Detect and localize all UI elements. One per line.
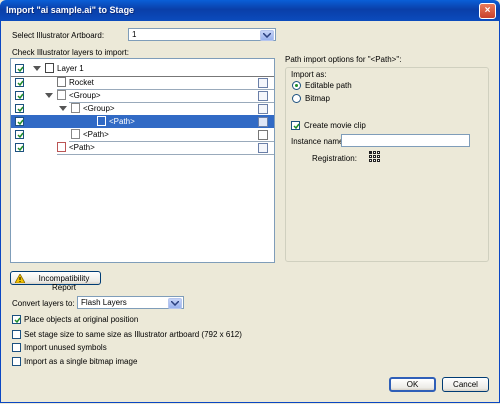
layer-checkbox[interactable] (15, 64, 24, 73)
layer-row[interactable]: <Path> (11, 128, 274, 141)
artboard-value: 1 (132, 30, 137, 39)
symbol-icon[interactable] (258, 104, 268, 114)
incompatibility-report-button[interactable]: Incompatibility Report (10, 271, 101, 292)
path-icon (97, 116, 106, 126)
import-unused-symbols-checkbox[interactable] (12, 343, 21, 352)
registration-label: Registration: (312, 154, 357, 163)
import-as-label: Import as: (291, 70, 327, 79)
instance-name-input[interactable] (341, 134, 470, 147)
layer-checkbox[interactable] (15, 78, 24, 87)
close-button[interactable]: × (479, 3, 496, 19)
import-unused-symbols-label[interactable]: Import unused symbols (24, 343, 107, 352)
instance-name-label: Instance name: (291, 137, 346, 146)
group-icon (71, 103, 80, 113)
convert-layers-value: Flash Layers (81, 298, 127, 307)
bitmap-radio[interactable] (292, 94, 301, 103)
layers-tree[interactable]: Layer 1 Rocket <Group> <Group> <Path> <P… (10, 58, 275, 263)
expand-triangle-icon[interactable] (45, 93, 53, 98)
editable-path-radio[interactable] (292, 81, 301, 90)
ok-label: OK (406, 380, 419, 389)
radio-selected-dot (295, 84, 298, 87)
cancel-label: Cancel (453, 380, 478, 389)
layer-row[interactable]: Layer 1 (11, 62, 274, 75)
symbol-icon[interactable] (258, 78, 268, 88)
cancel-button[interactable]: Cancel (442, 377, 489, 392)
expand-triangle-icon[interactable] (59, 106, 67, 111)
warning-icon (15, 274, 25, 283)
place-original-position-label[interactable]: Place objects at original position (24, 315, 138, 324)
group-icon (57, 90, 66, 100)
create-movie-clip-checkbox[interactable] (291, 121, 300, 130)
path-options-title: Path import options for "<Path>": (285, 55, 402, 64)
object-icon (57, 77, 66, 87)
bitmap-label[interactable]: Bitmap (305, 94, 330, 103)
create-movie-clip-label[interactable]: Create movie clip (304, 121, 366, 130)
layers-label: Check Illustrator layers to import: (12, 48, 129, 57)
symbol-icon[interactable] (258, 143, 268, 153)
layer-checkbox[interactable] (15, 104, 24, 113)
chevron-down-icon (260, 30, 274, 41)
layer-name: Layer 1 (57, 64, 84, 73)
ok-button[interactable]: OK (389, 377, 436, 392)
editable-path-label[interactable]: Editable path (305, 81, 352, 90)
import-single-bitmap-label[interactable]: Import as a single bitmap image (24, 357, 137, 366)
place-original-position-checkbox[interactable] (12, 315, 21, 324)
set-stage-size-checkbox[interactable] (12, 330, 21, 339)
set-stage-size-label[interactable]: Set stage size to same size as Illustrat… (24, 330, 242, 339)
layer-name: <Path> (109, 117, 135, 126)
chevron-down-icon (168, 298, 182, 309)
layer-icon (45, 63, 54, 73)
layer-checkbox[interactable] (15, 130, 24, 139)
layer-row[interactable]: <Path> (11, 141, 274, 154)
convert-layers-select[interactable]: Flash Layers (77, 296, 184, 309)
title-bar: Import "ai sample.ai" to Stage × (0, 0, 500, 21)
layer-checkbox[interactable] (15, 143, 24, 152)
registration-grid-icon[interactable] (369, 151, 380, 162)
layer-row[interactable]: <Group> (11, 89, 274, 102)
layer-checkbox[interactable] (15, 117, 24, 126)
layer-name: <Path> (83, 130, 109, 139)
window-title: Import "ai sample.ai" to Stage (6, 5, 135, 15)
incompatibility-report-label: Incompatibility Report (38, 274, 90, 292)
movie-clip-icon[interactable] (258, 130, 268, 140)
layer-name: <Group> (69, 91, 101, 100)
path-icon (57, 142, 66, 152)
import-single-bitmap-checkbox[interactable] (12, 357, 21, 366)
row-divider (57, 154, 274, 155)
path-icon (71, 129, 80, 139)
artboard-select[interactable]: 1 (128, 28, 276, 41)
symbol-icon[interactable] (258, 117, 268, 127)
layer-row-selected[interactable]: <Path> (11, 115, 274, 128)
layer-name: Rocket (69, 78, 94, 87)
layer-checkbox[interactable] (15, 91, 24, 100)
layer-name: <Path> (69, 143, 95, 152)
symbol-icon[interactable] (258, 91, 268, 101)
convert-layers-label: Convert layers to: (12, 299, 75, 308)
layer-row[interactable]: <Group> (11, 102, 274, 115)
close-icon: × (484, 5, 491, 16)
layer-row[interactable]: Rocket (11, 76, 274, 89)
expand-triangle-icon[interactable] (33, 66, 41, 71)
layer-name: <Group> (83, 104, 115, 113)
artboard-label: Select Illustrator Artboard: (12, 31, 105, 40)
